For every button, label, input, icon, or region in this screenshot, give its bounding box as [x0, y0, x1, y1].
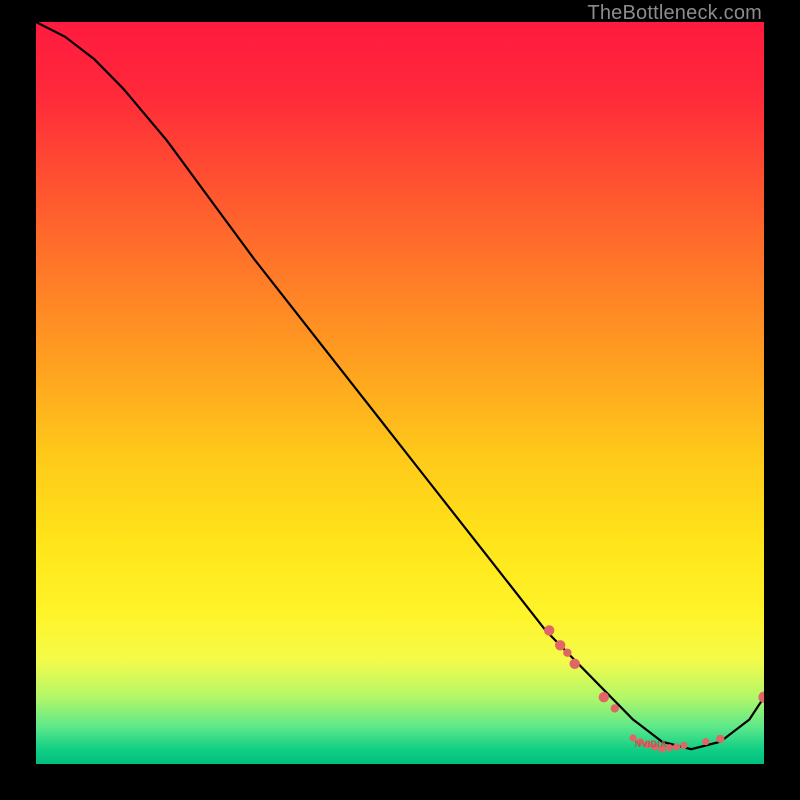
marker-dot: [570, 659, 580, 669]
marker-dot: [644, 741, 651, 748]
bottleneck-curve-path: [36, 22, 764, 749]
marker-dot: [599, 692, 609, 702]
marker-dot: [629, 734, 636, 741]
marker-dot: [680, 742, 687, 749]
marker-dot: [666, 744, 673, 751]
marker-dot: [563, 649, 571, 657]
marker-dot: [702, 738, 709, 745]
marker-dot: [637, 738, 644, 745]
marker-dot: [659, 746, 666, 753]
chart-stage: TheBottleneck.com NVIDIA: [0, 0, 800, 800]
marker-dot: [544, 625, 554, 635]
marker-dot: [758, 692, 764, 703]
marker-dot: [673, 743, 680, 750]
marker-dot: [611, 704, 619, 712]
marker-dot: [651, 743, 658, 750]
marker-dot: [555, 640, 565, 650]
plot-area: NVIDIA: [36, 22, 764, 764]
curve-svg: [36, 22, 764, 764]
marker-dot: [716, 735, 724, 743]
